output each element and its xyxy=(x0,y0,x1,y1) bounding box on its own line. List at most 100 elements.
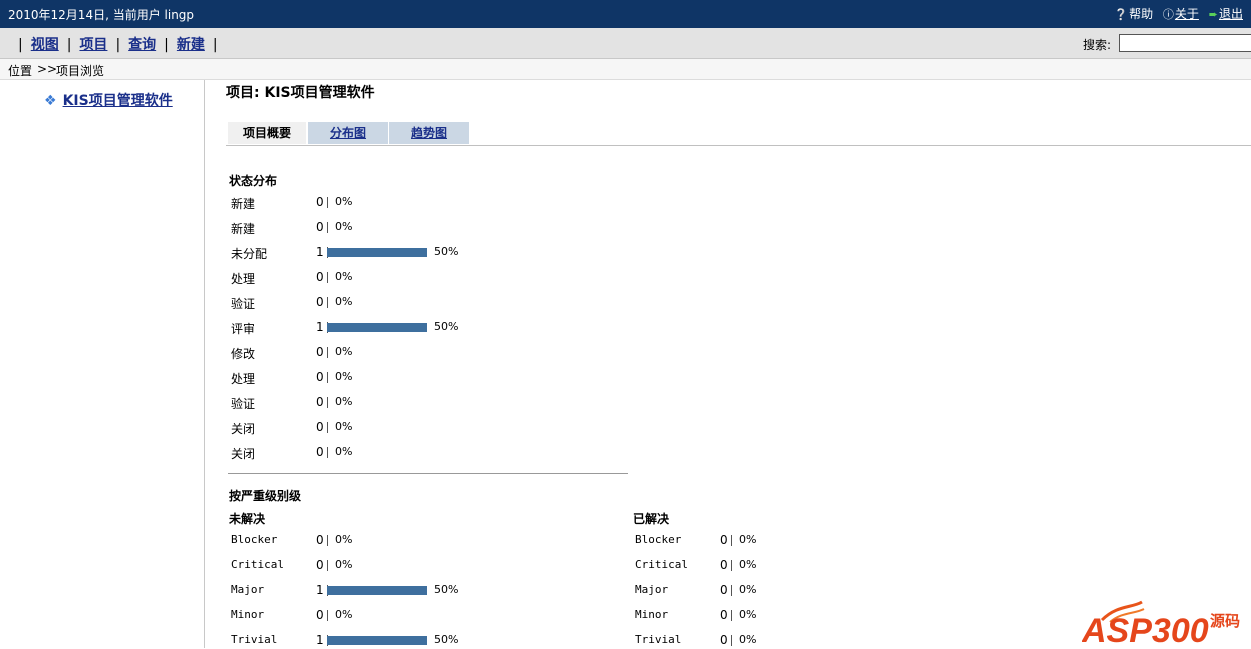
stat-row: 评审 1 50% xyxy=(231,320,491,336)
stat-divider xyxy=(731,535,732,546)
stat-row: Major 0 0% xyxy=(635,583,895,599)
stat-label: 修改 xyxy=(231,347,256,361)
tab-divider xyxy=(226,145,1251,146)
menu-separator: | xyxy=(18,37,23,53)
stat-bar xyxy=(327,636,427,645)
stat-count: 0 xyxy=(316,445,324,459)
unresolved-title: 未解决 xyxy=(229,512,266,526)
help-link-wrap[interactable]: ❔帮助 xyxy=(1114,7,1157,21)
stat-count: 0 xyxy=(720,533,728,547)
stat-row: Blocker 0 0% xyxy=(231,533,491,549)
stat-divider xyxy=(327,222,328,233)
section-divider xyxy=(228,473,628,474)
menu-separator: | xyxy=(66,37,72,53)
stat-percent: 0% xyxy=(335,295,353,308)
top-links: ❔帮助 ⓘ关于 ➨退出 xyxy=(1108,5,1243,22)
stat-divider xyxy=(327,272,328,283)
stat-label: Blocker xyxy=(635,533,682,546)
breadcrumb-location: 位置 xyxy=(8,64,33,78)
stat-divider xyxy=(327,297,328,308)
stat-label: 关闭 xyxy=(231,447,256,461)
stat-label: Minor xyxy=(635,608,669,621)
stat-label: Critical xyxy=(231,558,284,571)
stat-count: 0 xyxy=(316,558,324,572)
date-user-text: 2010年12月14日, 当前用户 lingp xyxy=(8,8,195,22)
menu-item-view[interactable]: 视图 xyxy=(31,37,59,53)
stat-percent: 0% xyxy=(335,395,353,408)
stat-row: Minor 0 0% xyxy=(635,608,895,624)
stat-divider xyxy=(731,635,732,646)
stat-label: 新建 xyxy=(231,222,256,236)
stat-count: 0 xyxy=(720,558,728,572)
stat-divider xyxy=(327,610,328,621)
stat-row: 关闭 0 0% xyxy=(231,420,491,436)
stat-label: 新建 xyxy=(231,197,256,211)
exit-link-wrap[interactable]: ➨退出 xyxy=(1209,7,1243,21)
stat-row: 关闭 0 0% xyxy=(231,445,491,461)
search-input[interactable] xyxy=(1119,34,1251,52)
menu-item-query[interactable]: 查询 xyxy=(128,37,156,53)
stat-divider xyxy=(327,422,328,433)
stat-label: 处理 xyxy=(231,372,256,386)
stat-label: 验证 xyxy=(231,297,256,311)
page-title: 项目: KIS项目管理软件 xyxy=(226,85,375,101)
stat-label: 评审 xyxy=(231,322,256,336)
tab-trend[interactable]: 趋势图 xyxy=(389,122,469,144)
stat-count: 1 xyxy=(316,320,324,334)
menu-separator: | xyxy=(212,37,218,53)
stat-percent: 0% xyxy=(335,533,353,546)
stat-count: 0 xyxy=(316,295,324,309)
sidebar-project-link[interactable]: KIS项目管理软件 xyxy=(63,93,173,109)
watermark-logo: ASP300 源码 xyxy=(1082,600,1240,646)
stat-percent: 50% xyxy=(434,320,459,333)
stat-percent: 50% xyxy=(434,583,459,596)
stat-row: 处理 0 0% xyxy=(231,270,491,286)
menu-separator: | xyxy=(115,37,121,53)
stat-count: 0 xyxy=(316,195,324,209)
watermark-suffix: 源码 xyxy=(1210,612,1240,630)
watermark-brand: ASP300 xyxy=(1082,612,1209,646)
stat-count: 1 xyxy=(316,633,324,647)
stat-row: Blocker 0 0% xyxy=(635,533,895,549)
top-bar: 2010年12月14日, 当前用户 lingp ❔帮助 ⓘ关于 ➨退出 xyxy=(0,0,1251,28)
main-menu: | 视图 | 项目 | 查询 | 新建 | xyxy=(10,34,226,54)
menu-item-new[interactable]: 新建 xyxy=(177,37,205,53)
tab-distribution-link[interactable]: 分布图 xyxy=(330,126,366,140)
stat-label: Blocker xyxy=(231,533,278,546)
stat-percent: 0% xyxy=(335,420,353,433)
stat-divider xyxy=(327,372,328,383)
exit-icon: ➨ xyxy=(1208,8,1218,21)
stat-bar xyxy=(327,323,427,332)
stat-row: 处理 0 0% xyxy=(231,370,491,386)
stat-count: 0 xyxy=(316,395,324,409)
stat-percent: 0% xyxy=(335,195,353,208)
exit-link[interactable]: 退出 xyxy=(1219,7,1243,21)
tab-overview[interactable]: 项目概要 xyxy=(228,122,306,144)
stat-label: Major xyxy=(231,583,265,596)
stat-label: Trivial xyxy=(635,633,682,646)
sidebar-project-item[interactable]: ❖ KIS项目管理软件 xyxy=(44,90,173,110)
stat-divider xyxy=(327,347,328,358)
stat-percent: 0% xyxy=(739,633,757,646)
stat-divider xyxy=(327,535,328,546)
menu-item-project[interactable]: 项目 xyxy=(79,37,107,53)
stat-divider xyxy=(731,560,732,571)
main-content: 项目: KIS项目管理软件 项目概要 分布图 趋势图 状态分布 新建 0 0% 新建 0… xyxy=(226,80,1251,648)
tab-distribution[interactable]: 分布图 xyxy=(308,122,388,144)
stat-label: Critical xyxy=(635,558,688,571)
help-icon: ❔ xyxy=(1114,8,1129,21)
stat-count: 0 xyxy=(316,345,324,359)
stat-divider xyxy=(327,197,328,208)
help-link[interactable]: 帮助 xyxy=(1129,7,1153,21)
about-link[interactable]: 关于 xyxy=(1175,7,1199,21)
severity-section-title: 按严重级别级 xyxy=(229,489,302,503)
sidebar: ❖ KIS项目管理软件 xyxy=(0,80,205,648)
stat-label: 验证 xyxy=(231,397,256,411)
stat-row: Trivial 1 50% xyxy=(231,633,491,649)
stat-percent: 0% xyxy=(739,583,757,596)
stat-row: 修改 0 0% xyxy=(231,345,491,361)
about-link-wrap[interactable]: ⓘ关于 xyxy=(1163,7,1203,21)
tab-trend-link[interactable]: 趋势图 xyxy=(411,126,447,140)
stat-row: Critical 0 0% xyxy=(231,558,491,574)
stat-bar xyxy=(327,586,427,595)
